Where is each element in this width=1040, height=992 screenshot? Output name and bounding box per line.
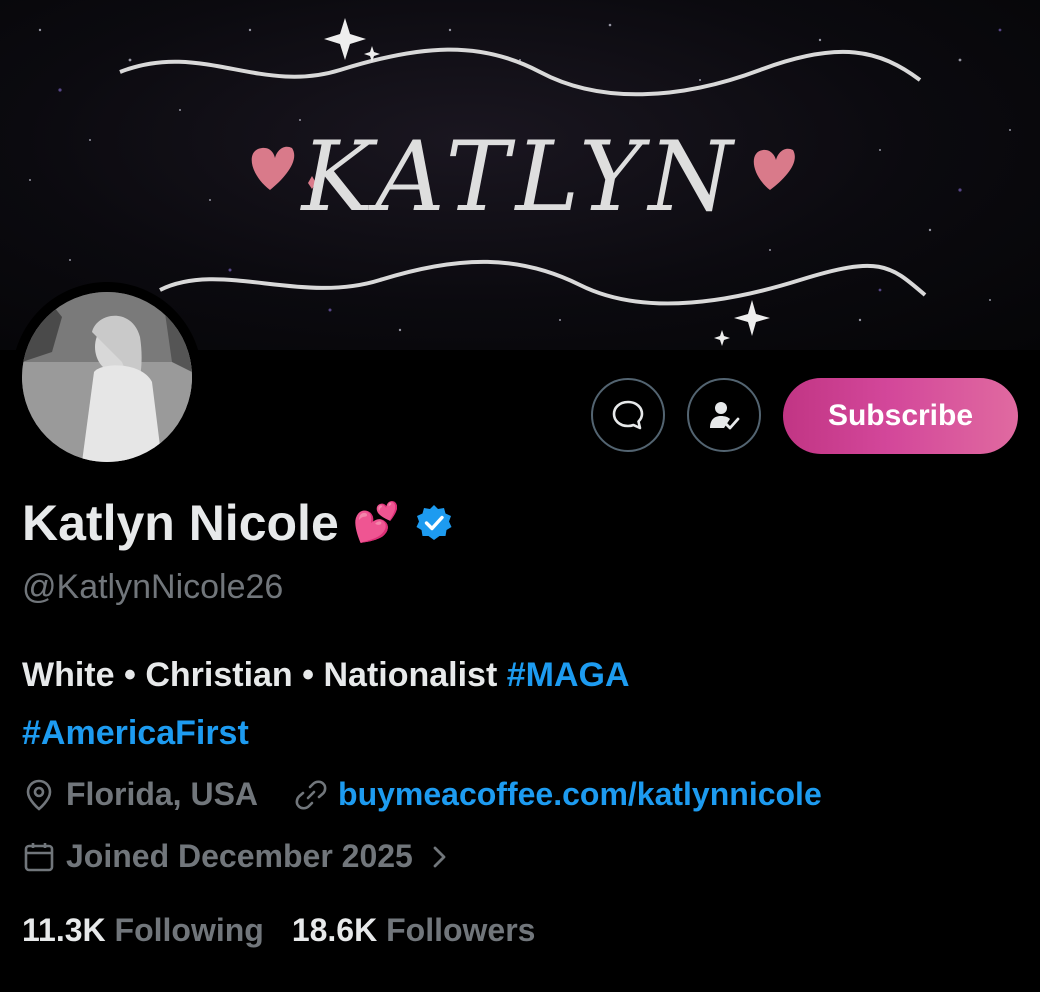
followers-label: Followers: [386, 912, 536, 948]
followers-count: 18.6K: [291, 912, 378, 948]
follow-stats: 11.3K Following 18.6K Followers: [22, 912, 535, 949]
hashtag-americafirst[interactable]: #AmericaFirst: [22, 714, 249, 752]
banner-title: KATLYN: [300, 121, 739, 233]
hashtag-maga[interactable]: #MAGA: [507, 656, 630, 694]
website-link[interactable]: buymeacoffee.com/katlynnicole: [338, 776, 822, 813]
joined-date[interactable]: Joined December 2025: [22, 838, 451, 875]
avatar-photo: [22, 292, 192, 462]
joined-row[interactable]: Joined December 2025: [22, 838, 451, 875]
person-check-icon: [710, 402, 740, 430]
bio-text: White • Christian • Nationalist: [22, 656, 507, 694]
message-button[interactable]: [591, 378, 665, 452]
calendar-icon: [24, 842, 54, 871]
subscribe-button[interactable]: Subscribe: [783, 378, 1018, 454]
avatar[interactable]: [12, 282, 202, 472]
location-text: Florida, USA: [66, 776, 259, 812]
username-handle: @KatlynNicole26: [22, 568, 284, 606]
message-icon: [612, 400, 644, 430]
joined-text: Joined December 2025: [66, 838, 413, 874]
profile-meta-row: Florida, USA buymeacoffee.com/katlynnico…: [22, 776, 822, 813]
link-icon: [295, 779, 327, 810]
two-hearts-emoji: 💕: [352, 502, 401, 544]
following-count: 11.3K: [22, 912, 106, 948]
display-name-row: Katlyn Nicole 💕: [22, 494, 454, 552]
following-stat[interactable]: 11.3K Following: [22, 912, 264, 949]
website[interactable]: buymeacoffee.com/katlynnicole: [294, 776, 822, 813]
bio: White • Christian • Nationalist #MAGA #A…: [22, 646, 1022, 762]
location: Florida, USA: [22, 776, 258, 813]
followers-stat[interactable]: 18.6K Followers: [292, 912, 536, 949]
verified-badge-icon[interactable]: [414, 503, 454, 543]
display-name: Katlyn Nicole: [22, 495, 339, 551]
location-pin-icon: [26, 779, 52, 811]
following-label: Following: [114, 912, 264, 948]
subscribe-notifications-button[interactable]: [687, 378, 761, 452]
chevron-right-icon: [433, 846, 446, 867]
